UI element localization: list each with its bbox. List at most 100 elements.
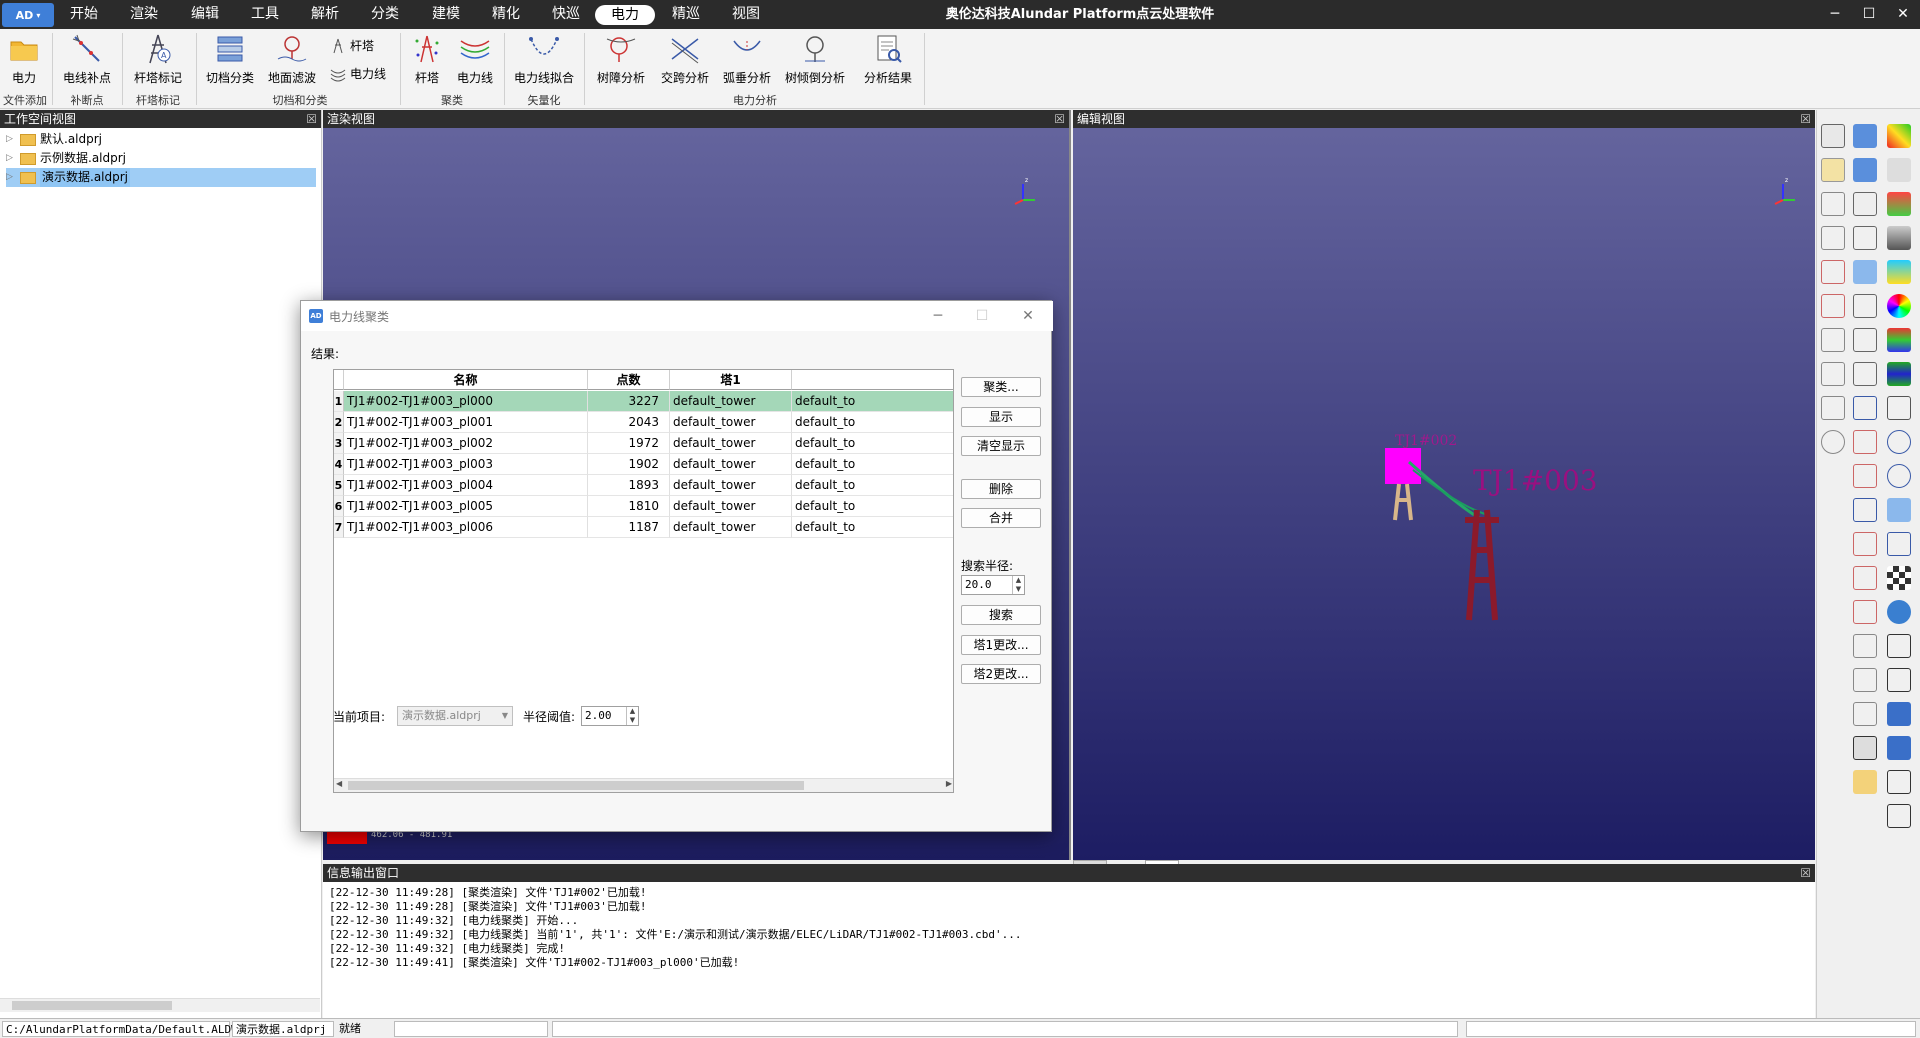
- ribbon-powerline-small-button[interactable]: 电力线: [330, 63, 386, 85]
- expand-arrow-icon[interactable]: ▷: [6, 149, 16, 168]
- cube-bottom-icon[interactable]: [1887, 804, 1911, 828]
- menu-render[interactable]: 渲染: [126, 0, 162, 29]
- color-wheel-icon[interactable]: [1887, 294, 1911, 318]
- tree-item-demo[interactable]: ▷ 演示数据.aldprj: [6, 168, 316, 187]
- ribbon-tower-small-button[interactable]: 杆塔: [330, 35, 374, 57]
- tile-icon[interactable]: [1853, 226, 1877, 250]
- page-icon[interactable]: [1887, 532, 1911, 556]
- tower-tool-icon[interactable]: [1821, 192, 1845, 216]
- ground-tool-icon[interactable]: [1821, 362, 1845, 386]
- edit-pen-icon[interactable]: [1853, 124, 1877, 148]
- table-row[interactable]: 1 TJ1#002-TJ1#003_pl000 3227 default_tower d…: [334, 391, 953, 412]
- close-button[interactable]: ✕: [1886, 0, 1920, 29]
- blank-layer-icon[interactable]: [1887, 158, 1911, 182]
- ribbon-analysis-result-button[interactable]: 分析结果: [856, 33, 920, 89]
- ruler-icon[interactable]: [1853, 634, 1877, 658]
- fit-view-icon[interactable]: [1887, 498, 1911, 522]
- stack-icon[interactable]: [1853, 192, 1877, 216]
- search-button[interactable]: 搜索: [961, 605, 1041, 625]
- current-project-select[interactable]: 演示数据.aldprj ▼: [397, 706, 513, 726]
- delete-button[interactable]: 删除: [961, 479, 1041, 499]
- ribbon-crossing-button[interactable]: 交跨分析: [656, 33, 714, 89]
- cube-front-icon[interactable]: [1887, 634, 1911, 658]
- delete-points-icon[interactable]: [1821, 294, 1845, 318]
- layer-color-icon[interactable]: [1887, 362, 1911, 386]
- menu-tools[interactable]: 工具: [247, 0, 283, 29]
- table-row[interactable]: 5 TJ1#002-TJ1#003_pl004 1893 default_tower d…: [334, 475, 953, 496]
- cube-top-icon[interactable]: [1887, 702, 1911, 726]
- table-row[interactable]: 7 TJ1#002-TJ1#003_pl006 1187 default_tower d…: [334, 517, 953, 538]
- app-logo-button[interactable]: AD ▾: [2, 3, 54, 27]
- column-header-tower1[interactable]: 塔1: [670, 370, 792, 390]
- rgb-icon[interactable]: [1887, 260, 1911, 284]
- scrollbar-thumb[interactable]: [348, 781, 804, 790]
- maximize-button[interactable]: ☐: [1852, 0, 1886, 29]
- curve-edit-icon[interactable]: [1853, 532, 1877, 556]
- ribbon-tree-obstacle-button[interactable]: 树障分析: [590, 33, 652, 89]
- ribbon-sag-button[interactable]: 弧垂分析: [718, 33, 776, 89]
- close-icon[interactable]: ☒: [306, 110, 317, 128]
- menu-edit[interactable]: 编辑: [187, 0, 223, 29]
- dialog-close-button[interactable]: ✕: [1013, 306, 1043, 326]
- merge-button[interactable]: 合并: [961, 508, 1041, 528]
- curve-delete-icon[interactable]: [1853, 566, 1877, 590]
- cube-side-icon[interactable]: [1887, 668, 1911, 692]
- expand-arrow-icon[interactable]: ▷: [6, 130, 16, 149]
- column-header-count[interactable]: 点数: [588, 370, 670, 390]
- spin-arrows-icon[interactable]: ▲ ▼: [626, 707, 638, 725]
- classification-icon[interactable]: [1887, 328, 1911, 352]
- measure-icon[interactable]: [1853, 668, 1877, 692]
- ribbon-tower-mark-button[interactable]: A 杆塔标记: [128, 33, 188, 89]
- column-header-name[interactable]: 名称: [344, 370, 588, 390]
- dialog-minimize-button[interactable]: ─: [923, 306, 953, 326]
- search-radius-spinbox[interactable]: 20.0 ▲ ▼: [961, 575, 1025, 595]
- folder-open-icon[interactable]: [1821, 158, 1845, 182]
- pause-icon[interactable]: [1821, 430, 1845, 454]
- export-icon[interactable]: [1853, 770, 1877, 794]
- ribbon-span-classify-button[interactable]: 切档分类: [202, 33, 258, 89]
- expand-arrow-icon[interactable]: ▷: [6, 168, 16, 187]
- menu-view[interactable]: 视图: [728, 0, 764, 29]
- ribbon-powerline-cluster-button[interactable]: 电力线: [452, 33, 498, 89]
- menu-parse[interactable]: 解析: [307, 0, 343, 29]
- eye-hidden-icon[interactable]: [1887, 464, 1911, 488]
- table-row[interactable]: 3 TJ1#002-TJ1#003_pl002 1972 default_tower d…: [334, 433, 953, 454]
- layers-icon[interactable]: [1821, 124, 1845, 148]
- workspace-scrollbar[interactable]: [0, 998, 320, 1012]
- menu-refine[interactable]: 精化: [488, 0, 524, 29]
- ribbon-power-button[interactable]: 电力: [4, 33, 44, 89]
- ribbon-tower-cluster-button[interactable]: 杆塔: [406, 33, 448, 89]
- line-tool-icon[interactable]: [1821, 226, 1845, 250]
- ribbon-line-fit-button[interactable]: 电力线拟合: [510, 33, 578, 89]
- tower2-change-button[interactable]: 塔2更改...: [961, 664, 1041, 684]
- remove-points-icon[interactable]: [1853, 464, 1877, 488]
- menu-power[interactable]: 电力: [595, 5, 655, 25]
- tower1-change-button[interactable]: 塔1更改...: [961, 635, 1041, 655]
- curve-tool-icon[interactable]: [1853, 498, 1877, 522]
- dialog-maximize-button[interactable]: ☐: [967, 306, 997, 326]
- grid-view-icon[interactable]: [1853, 158, 1877, 182]
- cursor-select-icon[interactable]: [1853, 260, 1877, 284]
- gear-icon[interactable]: [1887, 600, 1911, 624]
- minimize-button[interactable]: ─: [1818, 0, 1852, 29]
- rectangle-select-icon[interactable]: [1853, 294, 1877, 318]
- polygon-select-icon[interactable]: [1853, 328, 1877, 352]
- scroll-left-icon[interactable]: ◀: [336, 779, 342, 788]
- ribbon-tree-fall-button[interactable]: 树倾倒分析: [780, 33, 850, 89]
- save-icon[interactable]: [1853, 736, 1877, 760]
- elevation-icon[interactable]: [1887, 192, 1911, 216]
- menu-classify[interactable]: 分类: [367, 0, 403, 29]
- table-row[interactable]: 6 TJ1#002-TJ1#003_pl005 1810 default_tower d…: [334, 496, 953, 517]
- column-header-tower2[interactable]: [792, 370, 953, 390]
- intensity-icon[interactable]: [1887, 226, 1911, 250]
- spin-arrows-icon[interactable]: ▲ ▼: [1012, 576, 1024, 594]
- ribbon-wire-point-button[interactable]: 电线补点: [58, 33, 116, 89]
- menu-start[interactable]: 开始: [66, 0, 102, 29]
- eye-icon[interactable]: [1887, 430, 1911, 454]
- scroll-right-icon[interactable]: ▶: [946, 779, 952, 788]
- tree-item-sample[interactable]: ▷ 示例数据.aldprj: [6, 149, 316, 168]
- document-icon[interactable]: [1853, 362, 1877, 386]
- close-icon[interactable]: ☒: [1800, 110, 1811, 128]
- edit-view[interactable]: 编辑视图 ☒ z TJ1#002 TJ1#003 影像视图 编辑视图: [1073, 110, 1815, 938]
- color-map-icon[interactable]: [1887, 124, 1911, 148]
